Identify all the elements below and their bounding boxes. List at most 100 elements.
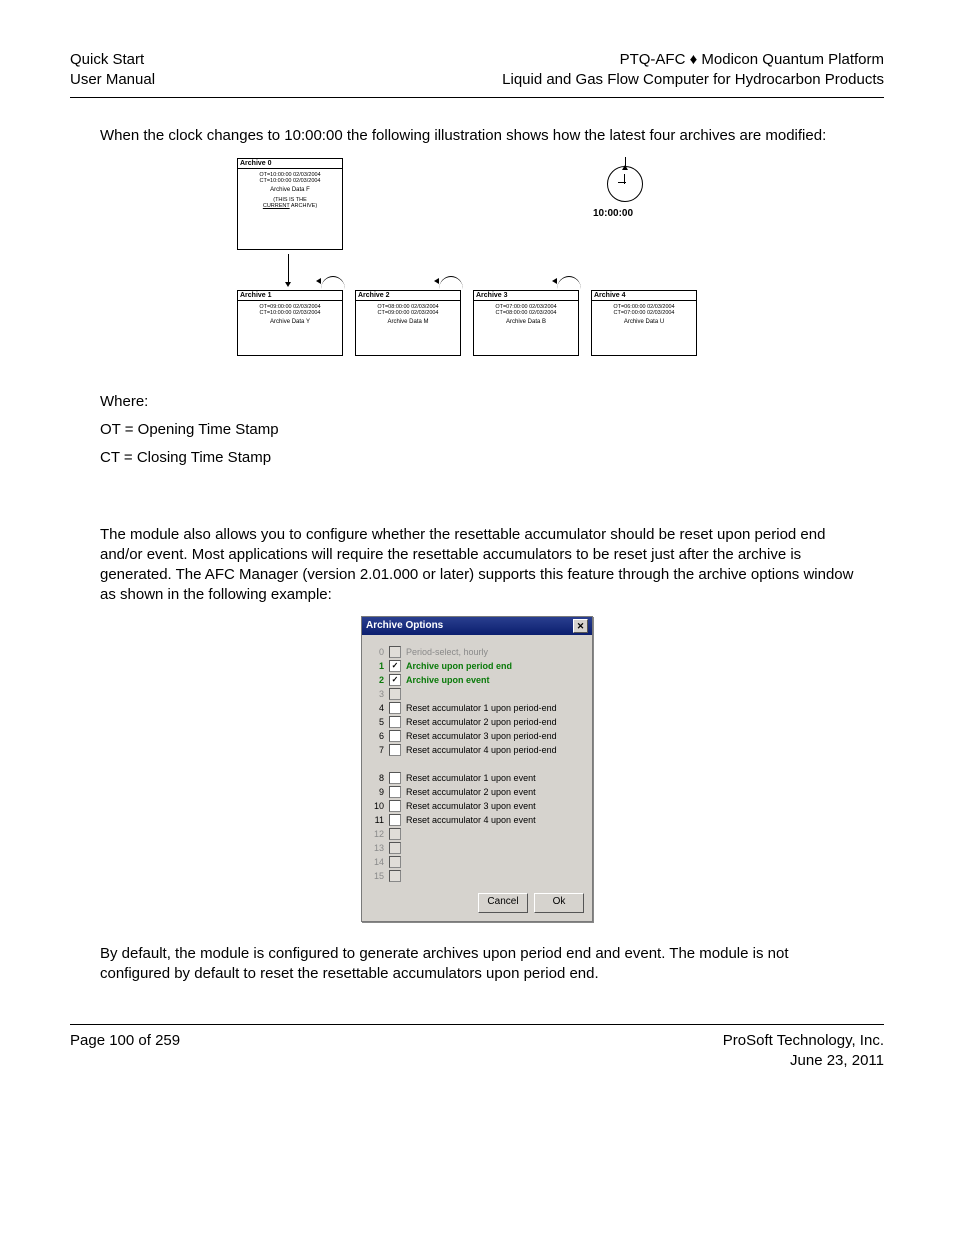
footer-left: Page 100 of 259: [70, 1031, 180, 1072]
clock-time-label: 10:00:00: [593, 208, 633, 219]
option-number: 15: [370, 871, 384, 881]
arrow-1-icon: [321, 276, 345, 289]
archive-options-dialog: Archive Options ✕ 0 Period-select, hourly…: [100, 616, 854, 922]
archive-box-4: Archive 4 OT=06:00:00 02/03/2004 CT=07:0…: [591, 290, 697, 356]
archive-0-ot: OT=10:00:00 02/03/2004: [238, 172, 342, 179]
option-row-3: 3: [370, 687, 584, 701]
option-label: Reset accumulator 4 upon event: [406, 815, 536, 825]
dialog-buttons: Cancel Ok: [362, 887, 592, 921]
archive-0-ct: CT=10:00:00 02/03/2004: [238, 178, 342, 185]
ok-button[interactable]: Ok: [534, 893, 584, 913]
option-number: 8: [370, 773, 384, 783]
archive-box-3: Archive 3 OT=07:00:00 02/03/2004 CT=08:0…: [473, 290, 579, 356]
option-number: 4: [370, 703, 384, 713]
arrow-2-icon: [439, 276, 463, 289]
option-checkbox-6[interactable]: [389, 730, 401, 742]
drop-arrow-icon: [288, 254, 289, 284]
option-number: 5: [370, 717, 384, 727]
option-checkbox-1[interactable]: ✓: [389, 660, 401, 672]
option-label: Reset accumulator 1 upon event: [406, 773, 536, 783]
option-row-1: 1 ✓ Archive upon period end: [370, 659, 584, 673]
option-checkbox-12[interactable]: [389, 828, 401, 840]
option-number: 9: [370, 787, 384, 797]
option-number: 0: [370, 647, 384, 657]
option-checkbox-3[interactable]: [389, 688, 401, 700]
intro-paragraph-2: The module also allows you to configure …: [100, 525, 854, 606]
option-row-7: 7 Reset accumulator 4 upon period-end: [370, 743, 584, 757]
dialog-title-text: Archive Options: [366, 620, 443, 631]
option-label: Archive upon event: [406, 675, 490, 685]
option-number: 14: [370, 857, 384, 867]
header-left: Quick Start User Manual: [70, 50, 155, 91]
cancel-button[interactable]: Cancel: [478, 893, 528, 913]
header-left-line2: User Manual: [70, 70, 155, 90]
option-number: 7: [370, 745, 384, 755]
footer-right-line1: ProSoft Technology, Inc.: [723, 1031, 884, 1051]
option-label: Reset accumulator 1 upon period-end: [406, 703, 557, 713]
option-label: Reset accumulator 2 upon event: [406, 787, 536, 797]
dialog-body: 0 Period-select, hourly 1 ✓ Archive upon per…: [362, 635, 592, 887]
where-ot: OT = Opening Time Stamp: [100, 420, 854, 440]
option-row-8: 8 Reset accumulator 1 upon event: [370, 771, 584, 785]
archive-box-0: Archive 0 OT=10:00:00 02/03/2004 CT=10:0…: [237, 158, 343, 250]
option-checkbox-15[interactable]: [389, 870, 401, 882]
option-checkbox-7[interactable]: [389, 744, 401, 756]
option-row-11: 11 Reset accumulator 4 upon event: [370, 813, 584, 827]
option-checkbox-14[interactable]: [389, 856, 401, 868]
option-number: 3: [370, 689, 384, 699]
header-right-line1: PTQ-AFC ♦ Modicon Quantum Platform: [502, 50, 884, 70]
page-header: Quick Start User Manual PTQ-AFC ♦ Modico…: [70, 50, 884, 98]
option-label: Archive upon period end: [406, 661, 512, 671]
option-checkbox-8[interactable]: [389, 772, 401, 784]
option-number: 13: [370, 843, 384, 853]
option-row-15: 15: [370, 869, 584, 883]
option-row-10: 10 Reset accumulator 3 upon event: [370, 799, 584, 813]
body: When the clock changes to 10:00:00 the f…: [70, 126, 884, 985]
clock-icon: [607, 166, 643, 202]
where-ct: CT = Closing Time Stamp: [100, 448, 854, 468]
option-label: Reset accumulator 2 upon period-end: [406, 717, 557, 727]
dialog-titlebar: Archive Options ✕: [362, 617, 592, 635]
option-number: 2: [370, 675, 384, 685]
option-checkbox-10[interactable]: [389, 800, 401, 812]
option-number: 11: [370, 815, 384, 825]
archive-0-note: (THIS IS THE CURRENT ARCHIVE): [238, 196, 342, 212]
closing-paragraph: By default, the module is configured to …: [100, 944, 854, 985]
option-checkbox-11[interactable]: [389, 814, 401, 826]
archive-diagram: Archive 0 OT=10:00:00 02/03/2004 CT=10:0…: [100, 158, 854, 368]
option-label: Reset accumulator 4 upon period-end: [406, 745, 557, 755]
option-number: 6: [370, 731, 384, 741]
option-number: 1: [370, 661, 384, 671]
option-row-6: 6 Reset accumulator 3 upon period-end: [370, 729, 584, 743]
header-right-line2: Liquid and Gas Flow Computer for Hydroca…: [502, 70, 884, 90]
option-row-12: 12: [370, 827, 584, 841]
option-label: Reset accumulator 3 upon event: [406, 801, 536, 811]
option-row-14: 14: [370, 855, 584, 869]
option-label: Reset accumulator 3 upon period-end: [406, 731, 557, 741]
option-row-5: 5 Reset accumulator 2 upon period-end: [370, 715, 584, 729]
archive-0-title: Archive 0: [238, 159, 342, 169]
option-row-9: 9 Reset accumulator 2 upon event: [370, 785, 584, 799]
option-label: Period-select, hourly: [406, 647, 488, 657]
option-row-0: 0 Period-select, hourly: [370, 645, 584, 659]
option-checkbox-5[interactable]: [389, 716, 401, 728]
archive-box-1: Archive 1 OT=09:00:00 02/03/2004 CT=10:0…: [237, 290, 343, 356]
arrow-3-icon: [557, 276, 581, 289]
option-row-13: 13: [370, 841, 584, 855]
option-checkbox-4[interactable]: [389, 702, 401, 714]
option-checkbox-2[interactable]: ✓: [389, 674, 401, 686]
intro-paragraph-1: When the clock changes to 10:00:00 the f…: [100, 126, 854, 146]
option-checkbox-13[interactable]: [389, 842, 401, 854]
header-right: PTQ-AFC ♦ Modicon Quantum Platform Liqui…: [502, 50, 884, 91]
option-row-2: 2 ✓ Archive upon event: [370, 673, 584, 687]
option-number: 12: [370, 829, 384, 839]
header-left-line1: Quick Start: [70, 50, 155, 70]
option-checkbox-9[interactable]: [389, 786, 401, 798]
option-number: 10: [370, 801, 384, 811]
option-row-4: 4 Reset accumulator 1 upon period-end: [370, 701, 584, 715]
footer-right: ProSoft Technology, Inc. June 23, 2011: [723, 1031, 884, 1072]
archive-box-2: Archive 2 OT=08:00:00 02/03/2004 CT=09:0…: [355, 290, 461, 356]
option-checkbox-0[interactable]: [389, 646, 401, 658]
close-icon[interactable]: ✕: [573, 619, 588, 633]
footer-right-line2: June 23, 2011: [723, 1051, 884, 1071]
